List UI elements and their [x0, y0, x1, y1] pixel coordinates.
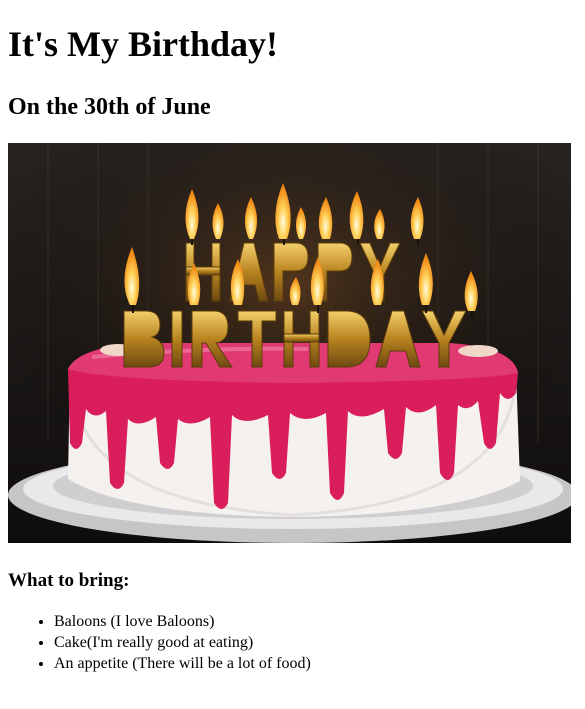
bring-list: Baloons (I love Baloons) Cake(I'm really…	[8, 611, 577, 674]
list-item: An appetite (There will be a lot of food…	[54, 653, 577, 674]
list-item: Cake(I'm really good at eating)	[54, 632, 577, 653]
bring-heading: What to bring:	[8, 570, 130, 591]
birthday-cake-image	[8, 143, 571, 543]
page-subtitle: On the 30th of June	[8, 94, 211, 120]
page-title: It's My Birthday!	[8, 24, 278, 64]
list-item: Baloons (I love Baloons)	[54, 611, 577, 632]
page-content: It's My Birthday! On the 30th of June Wh…	[0, 22, 585, 674]
